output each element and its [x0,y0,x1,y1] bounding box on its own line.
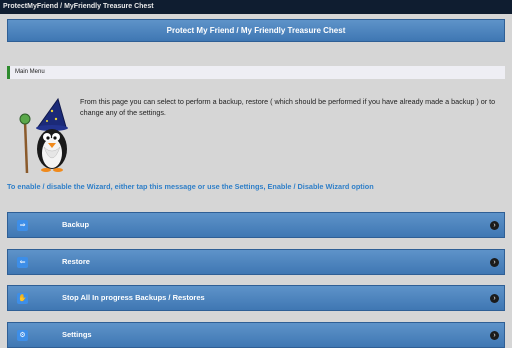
page-description: From this page you can select to perform… [80,97,496,117]
window-title: ProtectMyFriend / MyFriendly Treasure Ch… [0,0,512,14]
restore-arrow-icon: ⇐ [17,257,28,268]
settings-button[interactable]: ⚙ Settings › [7,322,505,348]
restore-button[interactable]: ⇐ Restore › [7,249,505,275]
chevron-right-icon: › [490,294,499,303]
backup-button[interactable]: ⇒ Backup › [7,212,505,238]
gear-icon: ⚙ [17,330,28,341]
stop-all-button[interactable]: ✋ Stop All In progress Backups / Restore… [7,285,505,311]
chevron-right-icon: › [490,221,499,230]
wizard-penguin-image [19,97,68,174]
stop-hand-icon: ✋ [17,293,28,304]
backup-label: Backup [62,220,90,229]
page-header: Protect My Friend / My Friendly Treasure… [7,19,505,42]
backup-arrow-icon: ⇒ [17,220,28,231]
chevron-right-icon: › [490,258,499,267]
stop-all-label: Stop All In progress Backups / Restores [62,293,205,302]
wizard-toggle-link[interactable]: To enable / disable the Wizard, either t… [7,182,505,191]
chevron-right-icon: › [490,331,499,340]
restore-label: Restore [62,257,90,266]
settings-label: Settings [62,330,92,339]
main-menu-section-label: Main Menu [7,66,505,79]
